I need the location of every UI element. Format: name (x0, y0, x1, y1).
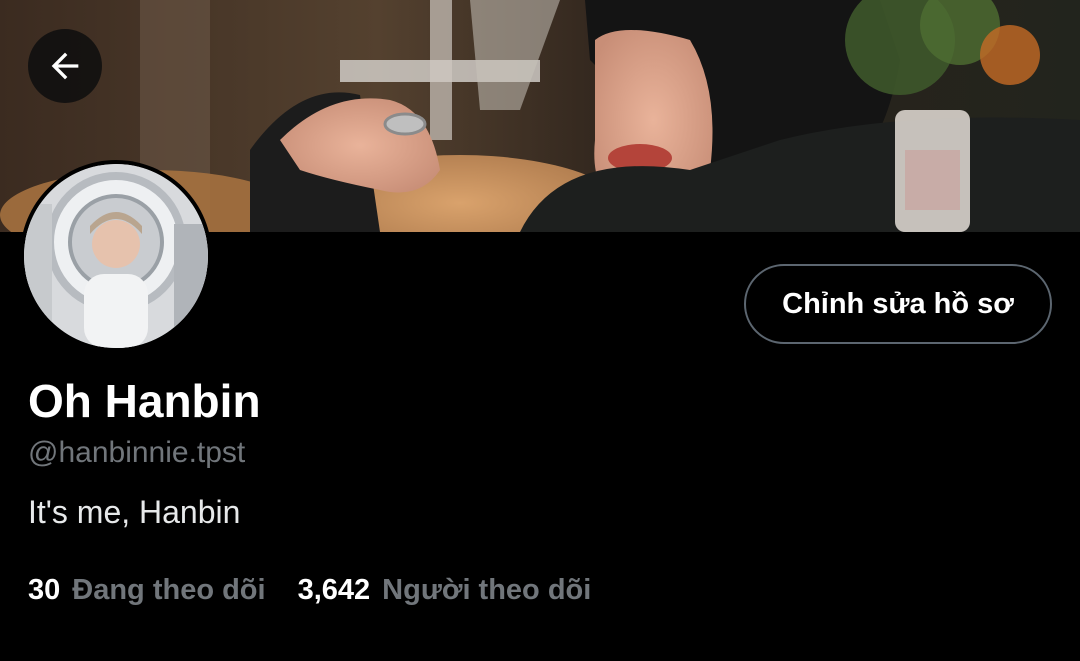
avatar[interactable] (20, 160, 212, 352)
edit-profile-label: Chỉnh sửa hồ sơ (782, 287, 1014, 320)
bio: It's me, Hanbin (28, 494, 241, 530)
user-handle: @hanbinnie.tpst (28, 436, 246, 469)
following-link[interactable]: 30 Đang theo dõi (28, 574, 266, 607)
followers-label: Người theo dõi (382, 574, 592, 606)
profile-page: Chỉnh sửa hồ sơ Oh Hanbin @hanbinnie.tps… (0, 0, 1080, 661)
following-count: 30 (28, 574, 61, 606)
back-button[interactable] (28, 29, 102, 103)
followers-count: 3,642 (297, 574, 371, 606)
following-label: Đang theo dõi (72, 574, 266, 606)
display-name: Oh Hanbin (28, 375, 261, 427)
follow-stats: 30 Đang theo dõi 3,642 Người theo dõi (28, 574, 623, 607)
edit-profile-button[interactable]: Chỉnh sửa hồ sơ (744, 264, 1052, 344)
arrow-left-icon (51, 52, 79, 80)
avatar-image (24, 164, 208, 348)
followers-link[interactable]: 3,642 Người theo dõi (298, 574, 592, 607)
